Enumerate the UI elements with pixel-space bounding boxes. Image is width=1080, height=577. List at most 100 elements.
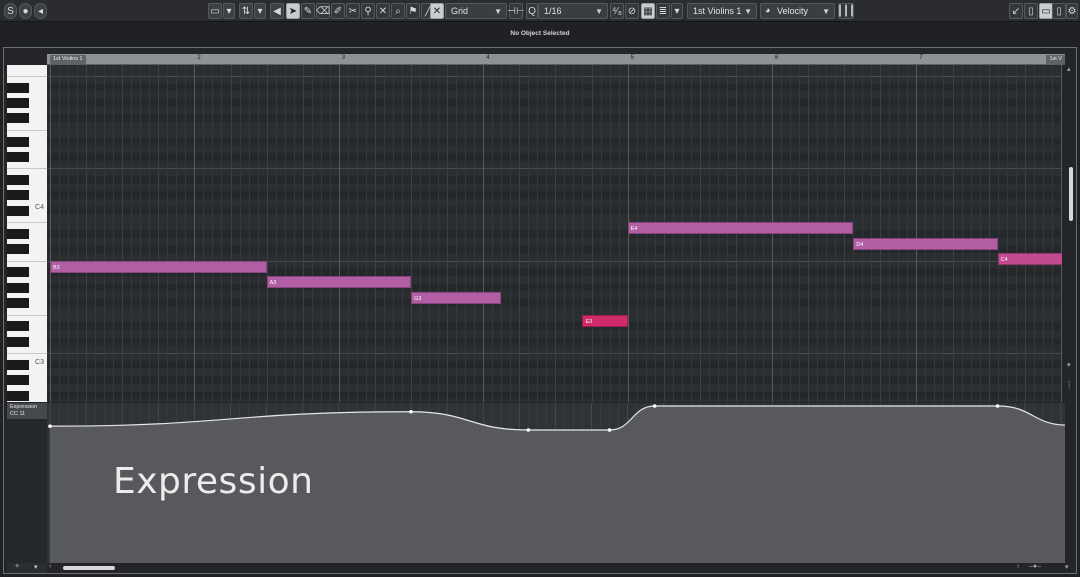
auto-scroll-icon[interactable]: ▭ <box>208 3 222 19</box>
object-selection-tool-icon[interactable]: ➤ <box>286 3 300 19</box>
piano-keyboard[interactable]: C4 C3 <box>7 65 47 402</box>
zoom-handle-icon[interactable]: ┆ <box>1067 381 1071 389</box>
auto-scroll-dropdown-icon[interactable]: ▾ <box>223 3 235 19</box>
horizontal-scroll-thumb[interactable] <box>63 566 115 570</box>
grid-line <box>970 65 972 402</box>
grid-line <box>203 65 205 402</box>
grid-line <box>284 65 286 402</box>
grid-line <box>1042 65 1044 402</box>
midi-note[interactable]: C4 <box>997 253 1062 265</box>
black-key[interactable] <box>7 190 29 201</box>
mute-tool-icon[interactable]: ✕ <box>376 3 390 19</box>
edit-active-part-icon[interactable]: ≣ <box>656 3 670 19</box>
split-tool-icon[interactable]: ✂ <box>346 3 360 19</box>
snap-type-select[interactable]: Grid ▼ <box>445 3 507 19</box>
grid-line <box>50 65 51 402</box>
horizontal-scrollbar[interactable]: ‹ › –●– ▾ <box>47 563 1075 573</box>
scroll-down-icon[interactable]: ▾ <box>1067 361 1071 369</box>
black-key[interactable] <box>7 136 29 147</box>
ruler[interactable]: 1st Violins 1 1st V 2 3 4 5 6 7 <box>47 54 1065 65</box>
midi-note[interactable]: A3 <box>266 276 411 289</box>
vertical-scrollbar[interactable]: ▴ ▾ ┆ <box>1066 65 1076 402</box>
grid-line <box>167 65 169 402</box>
zoom-slider-icon[interactable]: –●– <box>1029 563 1041 570</box>
note-grid[interactable]: B3 A3 G3 E3 E4 D4 C4 <box>47 65 1062 402</box>
grid-line <box>194 65 196 402</box>
step-input-icon[interactable]: ┃┃┃ <box>837 3 855 19</box>
line-tool-icon[interactable]: ⚑ <box>406 3 420 19</box>
midi-note[interactable]: E4 <box>627 222 854 235</box>
black-key[interactable] <box>7 98 29 108</box>
toggle-lower-zone-icon[interactable]: ▭ <box>1039 3 1053 19</box>
snap-to-zero-crossing-icon[interactable]: ⊣⊢ <box>507 3 525 19</box>
black-key[interactable] <box>7 336 29 347</box>
scroll-up-icon[interactable]: ▴ <box>1067 65 1071 73</box>
black-key[interactable] <box>7 359 29 370</box>
window-layout-icon[interactable]: ↙ <box>1009 3 1023 19</box>
midi-note[interactable]: B3 <box>50 260 267 273</box>
independent-track-loop-icon[interactable]: ▦ <box>641 3 655 19</box>
acoustic-feedback-icon[interactable]: ◀ <box>270 3 284 19</box>
grid-line <box>212 65 214 402</box>
grid-line <box>338 65 340 402</box>
black-key[interactable] <box>7 282 29 293</box>
zoom-tool-icon[interactable]: ⌕ <box>391 3 405 19</box>
expression-point[interactable] <box>652 404 657 408</box>
controller-lane-select[interactable]: Expression CC 11 <box>7 403 47 419</box>
black-key[interactable] <box>7 390 29 401</box>
expression-point[interactable] <box>48 424 52 428</box>
expression-point[interactable] <box>526 428 531 432</box>
black-key[interactable] <box>7 151 29 162</box>
snap-toggle-icon[interactable]: ✕ <box>430 3 444 19</box>
erase-tool-icon[interactable]: ⌫ <box>316 3 330 19</box>
expression-point[interactable] <box>995 404 1000 408</box>
grid-line <box>1051 65 1053 402</box>
black-key[interactable] <box>7 244 29 255</box>
left-divider-toggle-icon[interactable]: ◂ <box>34 3 47 19</box>
quantize-select[interactable]: 1/16 ▼ <box>538 3 608 19</box>
black-key[interactable] <box>7 375 29 386</box>
solo-editor-button[interactable]: S <box>4 3 17 19</box>
settings-gear-icon[interactable]: ⚙ <box>1066 3 1078 19</box>
controller-lane-header: Expression CC 11 <box>7 403 47 563</box>
auto-quantize-icon[interactable]: ⊘ <box>625 3 639 19</box>
event-lane-select[interactable]: ◕ Velocity ▼ <box>760 3 835 19</box>
expression-point[interactable] <box>409 409 413 414</box>
info-line: No Object Selected <box>0 23 1080 45</box>
quantize-type-icon[interactable]: ⁴⁄₈ <box>610 3 624 19</box>
part-list-dropdown-icon[interactable]: ▾ <box>671 3 683 19</box>
quantize-icon[interactable]: Q <box>526 3 538 19</box>
insert-velocity-dropdown-icon[interactable]: ▾ <box>254 3 266 19</box>
toggle-right-zone-icon[interactable]: ▯ <box>1052 3 1066 19</box>
key-label-c3: C3 <box>35 359 44 366</box>
black-key[interactable] <box>7 205 29 216</box>
zoom-menu-icon[interactable]: ▾ <box>1065 563 1069 571</box>
scroll-right-icon[interactable]: › <box>1017 563 1019 570</box>
black-key[interactable] <box>7 321 29 332</box>
toggle-inspector-icon[interactable]: ▯ <box>1024 3 1038 19</box>
draw-tool-icon[interactable]: ✎ <box>301 3 315 19</box>
lane-presets-dropdown-icon[interactable]: ▾ <box>34 563 38 571</box>
black-key[interactable] <box>7 228 29 239</box>
scroll-left-icon[interactable]: ‹ <box>49 563 51 570</box>
black-key[interactable] <box>7 267 29 278</box>
black-key[interactable] <box>7 113 29 124</box>
record-in-editor-button[interactable]: ● <box>19 3 32 19</box>
track-select[interactable]: 1st Violins 1 ▼ <box>687 3 757 19</box>
grid-line <box>988 65 990 402</box>
midi-note[interactable]: G3 <box>411 291 502 304</box>
insert-velocity-icon[interactable]: ⇅ <box>239 3 253 19</box>
black-key[interactable] <box>7 82 29 93</box>
trim-tool-icon[interactable]: ✐ <box>331 3 345 19</box>
black-key[interactable] <box>7 298 29 309</box>
grid-line <box>979 65 981 402</box>
midi-note[interactable]: D4 <box>853 237 998 250</box>
expression-point[interactable] <box>607 428 612 432</box>
glue-tool-icon[interactable]: ⚲ <box>361 3 375 19</box>
controller-lane[interactable]: Expression <box>47 403 1065 567</box>
black-key[interactable] <box>7 175 29 185</box>
add-lane-icon[interactable]: + <box>15 563 19 570</box>
vertical-scroll-thumb[interactable] <box>1069 167 1073 221</box>
midi-note[interactable]: E3 <box>582 314 628 327</box>
grid-line <box>1006 65 1008 402</box>
